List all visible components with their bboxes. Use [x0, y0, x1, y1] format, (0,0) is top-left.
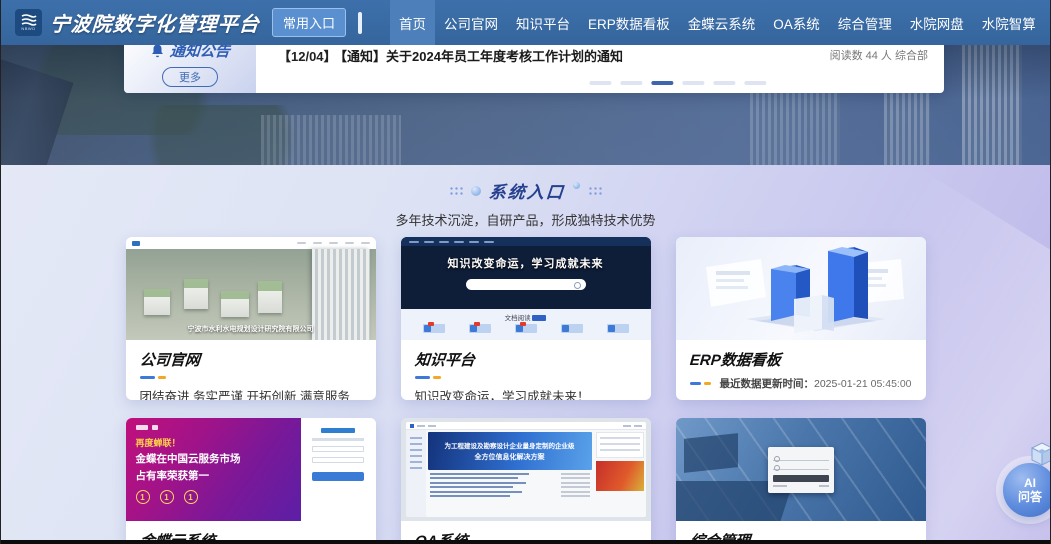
section-title: 系统入口	[488, 178, 566, 203]
notice-item-title[interactable]: 【12/04】【通知】关于2024年员工年度考核工作计划的通知	[278, 46, 623, 65]
kingdee-slogan-3: 占有率荣获第一	[136, 468, 291, 483]
nav-item-company-site[interactable]: 公司官网	[435, 0, 507, 45]
nav-item-smart-compute[interactable]: 水院智算	[973, 0, 1045, 45]
pagination-dash[interactable]	[744, 81, 766, 85]
decor-dots	[588, 186, 602, 196]
notice-more-button[interactable]: 更多	[162, 67, 218, 87]
card-oa-system[interactable]: 为工程建设及勘察设计企业量身定制的企业级 全方位信息化解决方案	[401, 418, 651, 544]
nav-item-oa-system[interactable]: OA系统	[764, 0, 829, 45]
card-title: 知识平台	[414, 349, 638, 370]
ai-chat-button[interactable]: AI 问答	[1003, 441, 1051, 517]
ai-button-line2: 问答	[1018, 490, 1042, 504]
system-entry-grid: 宁波市水利水电规划设计研究院有限公司 公司官网 团结奋进 务实严谨 开拓创新 满…	[126, 237, 926, 544]
logo-subtext: NBWD	[21, 27, 35, 31]
card-erp-dashboard[interactable]: ERP数据看板 最近数据更新时间：2025-01-21 05:45:00 洞察经…	[676, 237, 926, 400]
management-login-card	[768, 447, 834, 493]
top-navbar: NBWD 宁波院数字化管理平台 常用入口 首页 公司官网 知识平台 ERP数据看…	[1, 0, 1050, 45]
main-nav: 首页 公司官网 知识平台 ERP数据看板 金蝶云系统 OA系统 综合管理 水院网…	[390, 0, 1051, 45]
kingdee-slogan-1: 再度蝉联！	[136, 436, 291, 449]
card-description: 洞察经营动态，数据驱动决策	[690, 398, 912, 400]
oa-thumbnail: 为工程建设及勘察设计企业量身定制的企业级 全方位信息化解决方案	[401, 418, 651, 521]
nav-item-home[interactable]: 首页	[390, 0, 435, 45]
oa-banner-line1: 为工程建设及勘察设计企业量身定制的企业级	[428, 440, 592, 450]
company-site-thumbnail: 宁波市水利水电规划设计研究院有限公司	[126, 237, 376, 340]
card-company-site[interactable]: 宁波市水利水电规划设计研究院有限公司 公司官网 团结奋进 务实严谨 开拓创新 满…	[126, 237, 376, 400]
medal-icon: 1	[184, 490, 198, 504]
app-window: NBWD 宁波院数字化管理平台 常用入口 首页 公司官网 知识平台 ERP数据看…	[0, 0, 1051, 544]
notice-meta: 阅读数 44 人 综合部	[830, 47, 928, 63]
quick-entry-button[interactable]: 常用入口	[272, 8, 346, 37]
kingdee-slogan-2: 金蝶在中国云服务市场	[136, 451, 291, 466]
erp-thumbnail	[676, 237, 926, 340]
section-subtitle: 多年技术沉淀，自研产品，形成独特技术优势	[1, 210, 1050, 229]
pagination-dash-active[interactable]	[651, 81, 673, 85]
hero-building	[261, 115, 401, 165]
card-description: 知识改变命运，学习成就未来！	[415, 386, 637, 400]
knowledge-banner-slogan: 知识改变命运，学习成就未来	[401, 255, 651, 271]
notice-read-count: 阅读数 44 人	[830, 50, 892, 62]
nav-item-netdisk[interactable]: 水院网盘	[901, 0, 973, 45]
nav-item-knowledge[interactable]: 知识平台	[507, 0, 579, 45]
ai-button-line1: AI	[1024, 477, 1036, 490]
hero-building	[750, 85, 840, 165]
oa-banner-line2: 全方位信息化解决方案	[428, 452, 592, 462]
hero-building	[962, 45, 1022, 165]
erp-update-time: 最近数据更新时间：2025-01-21 05:45:00	[720, 376, 912, 391]
decor-ball	[471, 186, 481, 196]
company-site-caption: 宁波市水利水电规划设计研究院有限公司	[188, 324, 314, 334]
card-description: 团结奋进 务实严谨 开拓创新 满意服务	[140, 386, 362, 400]
kingdee-login-panel	[301, 418, 376, 521]
pagination-dash[interactable]	[713, 81, 735, 85]
medal-icon: 1	[136, 490, 150, 504]
pagination-dash[interactable]	[589, 81, 611, 85]
medal-icon: 1	[160, 490, 174, 504]
nav-item-management[interactable]: 综合管理	[829, 0, 901, 45]
card-management[interactable]: 综合管理	[676, 418, 926, 544]
knowledge-thumbnail: 知识改变命运，学习成就未来 文档阅读	[401, 237, 651, 340]
oa-promo-banner	[596, 461, 644, 491]
knowledge-strip-label: 文档阅读	[505, 315, 531, 322]
decor-ball	[573, 182, 580, 189]
card-title: 公司官网	[139, 349, 363, 370]
pagination-dash[interactable]	[682, 81, 704, 85]
notice-date: 【12/04】	[278, 49, 337, 64]
knowledge-search-bar	[466, 279, 586, 290]
notice-pagination	[589, 81, 766, 85]
nav-item-kingdee-cloud[interactable]: 金蝶云系统	[679, 0, 765, 45]
card-knowledge-platform[interactable]: 知识改变命运，学习成就未来 文档阅读 知识平台 知识改变命运，学习成就未来！	[401, 237, 651, 400]
pagination-dash[interactable]	[620, 81, 642, 85]
kingdee-thumbnail: 再度蝉联！ 金蝶在中国云服务市场 占有率荣获第一 1 1 1	[126, 418, 376, 521]
ai-cube-icon	[1025, 441, 1051, 473]
decor-dots	[449, 186, 463, 196]
mobile-device-icon[interactable]	[358, 12, 362, 34]
logo[interactable]: NBWD 宁波院数字化管理平台	[15, 8, 260, 37]
nav-item-more[interactable]: 更多	[1045, 0, 1051, 45]
hero-road	[1, 55, 74, 165]
notice-department: 综合部	[895, 50, 928, 62]
card-kingdee-cloud[interactable]: 再度蝉联！ 金蝶在中国云服务市场 占有率荣获第一 1 1 1 金蝶云系统	[126, 418, 376, 544]
window-bottom-edge	[1, 540, 1050, 544]
card-title: ERP数据看板	[689, 349, 913, 370]
erp-3d-bars-illustration	[676, 237, 926, 340]
nav-item-erp-dashboard[interactable]: ERP数据看板	[579, 0, 679, 45]
system-entry-section-header: 系统入口 多年技术沉淀，自研产品，形成独特技术优势	[1, 165, 1050, 237]
management-thumbnail	[676, 418, 926, 521]
app-title: 宁波院数字化管理平台	[49, 8, 261, 37]
logo-icon: NBWD	[15, 9, 42, 36]
